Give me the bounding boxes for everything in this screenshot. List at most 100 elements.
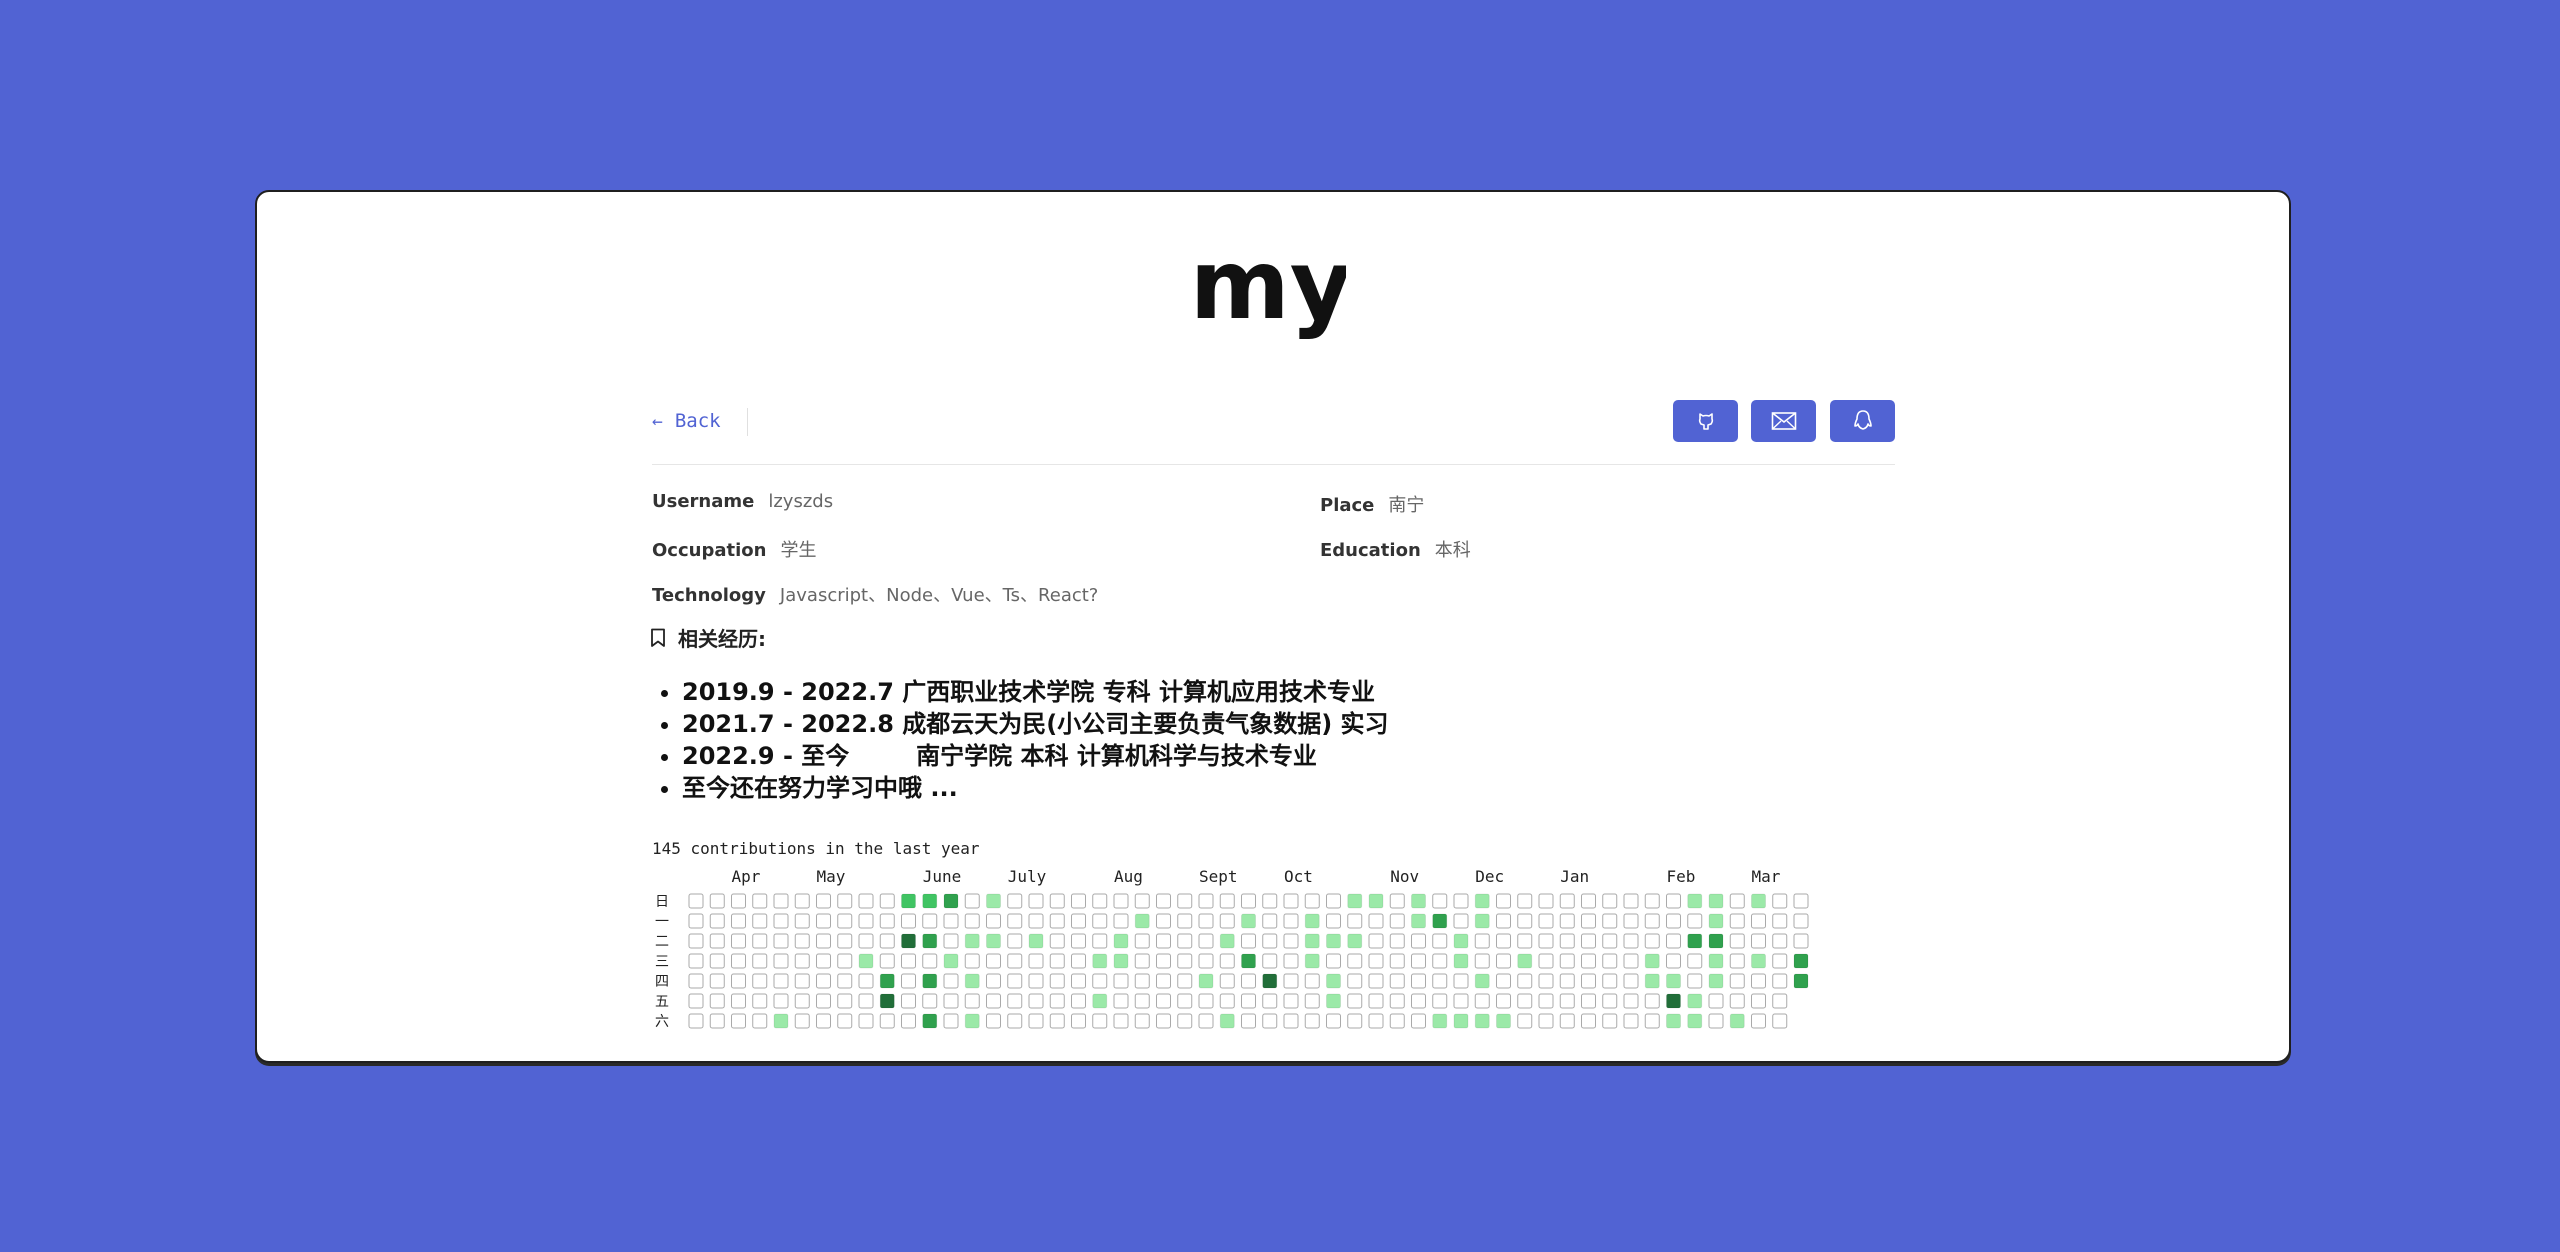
- contribution-cell[interactable]: [1559, 893, 1575, 909]
- contribution-cell[interactable]: [1326, 893, 1341, 909]
- contribution-cell[interactable]: [901, 973, 916, 989]
- contribution-cell[interactable]: [731, 953, 746, 969]
- contribution-cell[interactable]: [1389, 933, 1405, 949]
- contribution-cell[interactable]: [1304, 953, 1320, 969]
- contribution-cell[interactable]: [1708, 953, 1724, 969]
- contribution-cell[interactable]: [1729, 953, 1745, 969]
- contribution-cell[interactable]: [1729, 993, 1745, 1009]
- contribution-cell[interactable]: [1751, 953, 1766, 969]
- contribution-cell[interactable]: [1559, 913, 1575, 929]
- contribution-cell[interactable]: [1304, 1013, 1320, 1029]
- contribution-cell[interactable]: [1156, 953, 1171, 969]
- contribution-cell[interactable]: [1304, 973, 1320, 989]
- contribution-cell[interactable]: [1644, 993, 1660, 1009]
- contribution-cell[interactable]: [816, 1013, 831, 1029]
- contribution-cell[interactable]: [1092, 993, 1108, 1009]
- mail-button[interactable]: [1751, 400, 1816, 442]
- contribution-cell[interactable]: [1028, 993, 1044, 1009]
- contribution-cell[interactable]: [1708, 913, 1724, 929]
- contribution-cell[interactable]: [1304, 933, 1320, 949]
- contribution-cell[interactable]: [773, 973, 789, 989]
- contribution-cell[interactable]: [1453, 993, 1469, 1009]
- contribution-cell[interactable]: [837, 973, 853, 989]
- contribution-cell[interactable]: [794, 1013, 810, 1029]
- contribution-cell[interactable]: [1177, 993, 1193, 1009]
- contribution-cell[interactable]: [1368, 973, 1384, 989]
- contribution-cell[interactable]: [1687, 973, 1703, 989]
- contribution-cell[interactable]: [1772, 913, 1788, 929]
- contribution-cell[interactable]: [816, 933, 831, 949]
- contribution-cell[interactable]: [1687, 933, 1703, 949]
- contribution-cell[interactable]: [1474, 893, 1490, 909]
- contribution-cell[interactable]: [1687, 913, 1703, 929]
- contribution-cell[interactable]: [858, 953, 874, 969]
- contribution-cell[interactable]: [964, 913, 980, 929]
- contribution-cell[interactable]: [1368, 1013, 1384, 1029]
- contribution-cell[interactable]: [1432, 1013, 1448, 1029]
- contribution-cell[interactable]: [837, 893, 853, 909]
- contribution-cell[interactable]: [1581, 913, 1596, 929]
- contribution-cell[interactable]: [1666, 893, 1681, 909]
- contribution-cell[interactable]: [1581, 933, 1596, 949]
- contribution-cell[interactable]: [1666, 973, 1681, 989]
- contribution-cell[interactable]: [1326, 913, 1341, 929]
- contribution-cell[interactable]: [1304, 993, 1320, 1009]
- contribution-cell[interactable]: [709, 1013, 725, 1029]
- contribution-cell[interactable]: [1071, 893, 1086, 909]
- contribution-cell[interactable]: [986, 953, 1001, 969]
- contribution-cell[interactable]: [1729, 973, 1745, 989]
- contribution-cell[interactable]: [1559, 993, 1575, 1009]
- contribution-cell[interactable]: [1219, 953, 1235, 969]
- contribution-cell[interactable]: [1453, 953, 1469, 969]
- contribution-cell[interactable]: [1453, 913, 1469, 929]
- contribution-cell[interactable]: [1283, 913, 1299, 929]
- contribution-cell[interactable]: [1283, 973, 1299, 989]
- contribution-cell[interactable]: [1559, 953, 1575, 969]
- contribution-cell[interactable]: [709, 893, 725, 909]
- contribution-cell[interactable]: [1517, 893, 1533, 909]
- contribution-cell[interactable]: [1007, 993, 1023, 1009]
- contribution-cell[interactable]: [1496, 913, 1511, 929]
- contribution-cell[interactable]: [1687, 953, 1703, 969]
- contribution-cell[interactable]: [1793, 933, 1809, 949]
- contribution-cell[interactable]: [1772, 893, 1788, 909]
- contribution-cell[interactable]: [1453, 1013, 1469, 1029]
- contribution-cell[interactable]: [1793, 913, 1809, 929]
- contribution-cell[interactable]: [858, 993, 874, 1009]
- contribution-cell[interactable]: [1729, 893, 1745, 909]
- contribution-cell[interactable]: [1241, 893, 1256, 909]
- contribution-cell[interactable]: [1198, 913, 1214, 929]
- contribution-cell[interactable]: [1368, 893, 1384, 909]
- contribution-cell[interactable]: [901, 913, 916, 929]
- contribution-cell[interactable]: [964, 893, 980, 909]
- contribution-cell[interactable]: [794, 993, 810, 1009]
- contribution-cell[interactable]: [1071, 933, 1086, 949]
- contribution-cell[interactable]: [731, 993, 746, 1009]
- contribution-cell[interactable]: [1071, 993, 1086, 1009]
- contribution-cell[interactable]: [688, 953, 704, 969]
- contribution-cell[interactable]: [1623, 993, 1639, 1009]
- contribution-cell[interactable]: [1538, 933, 1554, 949]
- contribution-cell[interactable]: [901, 1013, 916, 1029]
- contribution-cell[interactable]: [1092, 973, 1108, 989]
- contribution-cell[interactable]: [1666, 913, 1681, 929]
- contribution-cell[interactable]: [1219, 993, 1235, 1009]
- contribution-cell[interactable]: [1517, 913, 1533, 929]
- contribution-cell[interactable]: [1049, 1013, 1065, 1029]
- contribution-cell[interactable]: [1198, 993, 1214, 1009]
- contribution-cell[interactable]: [922, 933, 938, 949]
- contribution-cell[interactable]: [1368, 933, 1384, 949]
- contribution-cell[interactable]: [1517, 933, 1533, 949]
- contribution-cell[interactable]: [1326, 953, 1341, 969]
- contribution-cell[interactable]: [1007, 973, 1023, 989]
- contribution-cell[interactable]: [986, 993, 1001, 1009]
- contribution-cell[interactable]: [879, 973, 895, 989]
- contribution-cell[interactable]: [1283, 933, 1299, 949]
- contribution-cell[interactable]: [1793, 953, 1809, 969]
- contribution-cell[interactable]: [943, 893, 959, 909]
- contribution-cell[interactable]: [1134, 1013, 1150, 1029]
- contribution-cell[interactable]: [1347, 1013, 1363, 1029]
- contribution-cell[interactable]: [1071, 1013, 1086, 1029]
- contribution-cell[interactable]: [816, 893, 831, 909]
- contribution-cell[interactable]: [1411, 953, 1426, 969]
